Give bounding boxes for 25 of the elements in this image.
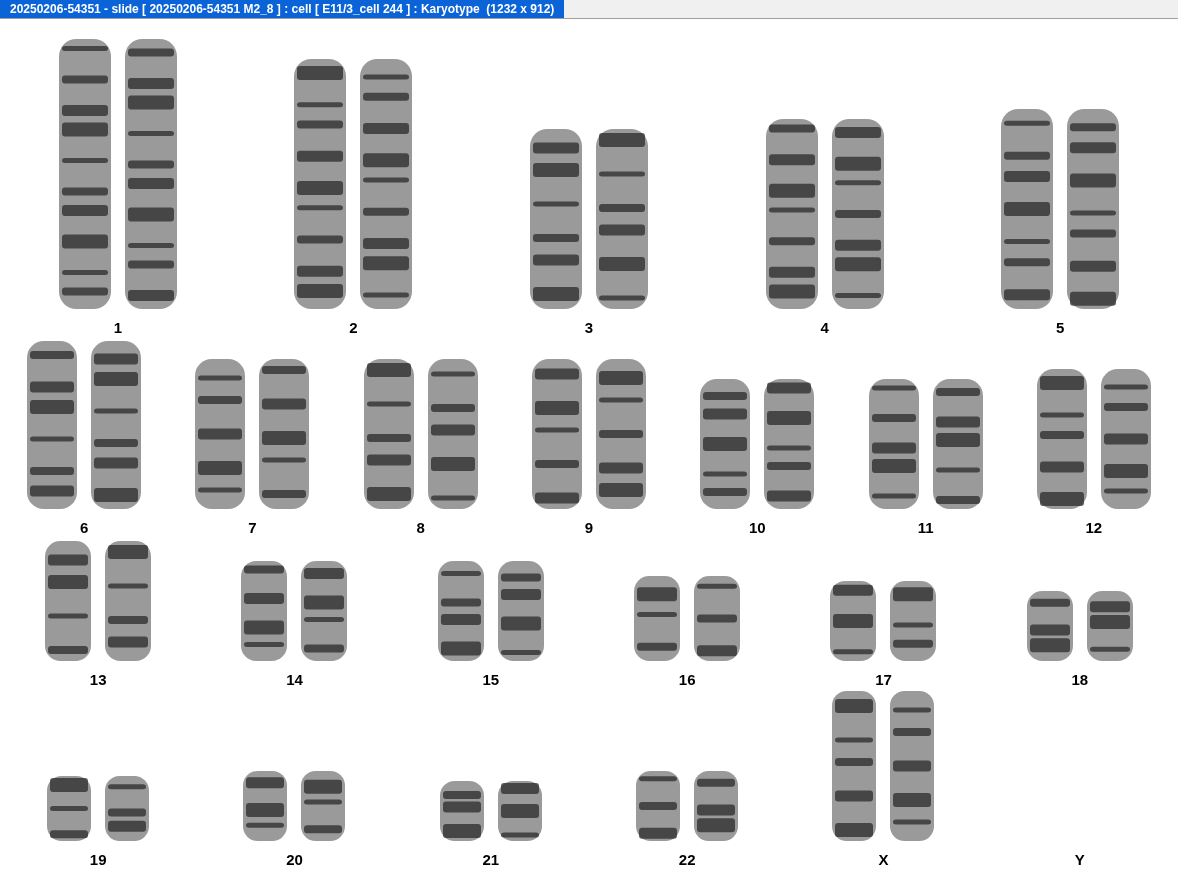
chromosome-label: 6 — [79, 518, 89, 538]
chromosome-label: 9 — [584, 518, 594, 538]
window-title: 20250206-54351 - slide [ 20250206-54351 M2_8 ] : cell [ E11/3_cell 244 ] : Karyotype (1232 x 912) — [0, 0, 565, 18]
chromosome-label: 4 — [820, 317, 829, 338]
chromosome-label: 3 — [584, 317, 594, 338]
chromosome-label: 10 — [748, 518, 766, 538]
chromosome-label: 13 — [89, 670, 107, 690]
chromosome-label: 11 — [917, 518, 934, 538]
chromosome-label: 1 — [113, 317, 122, 338]
chromosome-label: 2 — [349, 317, 358, 338]
chromosome-label: 21 — [482, 850, 500, 870]
chromosome-label: X — [878, 850, 889, 870]
chromosome-label: 16 — [678, 670, 696, 690]
chromosome-label: 7 — [248, 518, 257, 538]
chromosome-label: 19 — [89, 850, 107, 870]
chromosome-label: 20 — [286, 850, 303, 870]
chromosome-label: 15 — [482, 670, 500, 690]
chromosome-label: 12 — [1085, 518, 1103, 538]
chromosome-label: 5 — [1056, 317, 1065, 338]
chromosome-label: 8 — [416, 518, 425, 538]
chromosome-label: Y — [1074, 850, 1085, 870]
chromosome-label: 18 — [1071, 670, 1089, 690]
chromosome-label: 22 — [678, 850, 696, 870]
chromosome-label: 17 — [875, 670, 892, 690]
chromosome-label: 14 — [286, 670, 303, 690]
